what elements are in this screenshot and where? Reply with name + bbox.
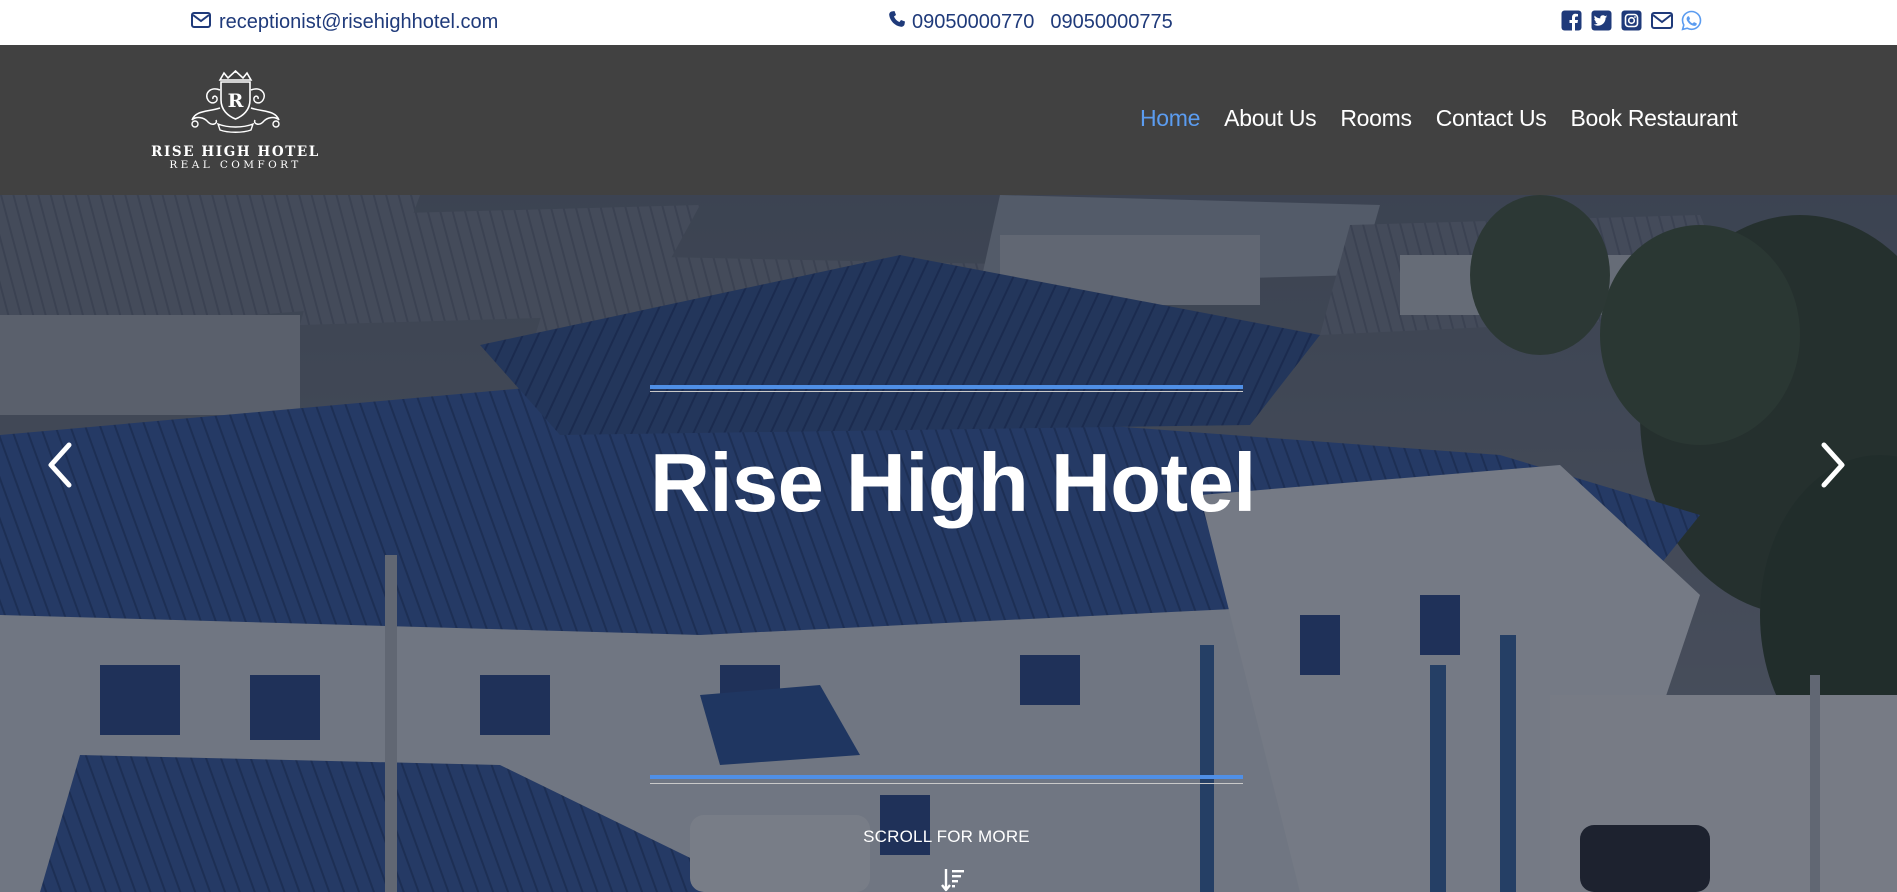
mail-icon[interactable]: [1650, 9, 1673, 32]
title-rule-bottom: [650, 775, 1243, 779]
scroll-for-more-text: SCROLL FOR MORE: [863, 827, 1030, 846]
logo-brand-name: RISE HIGH HOTEL: [151, 144, 320, 160]
phone-icon: [888, 10, 906, 34]
phone-2[interactable]: 09050000775: [1050, 11, 1172, 34]
slider-next-button[interactable]: [1813, 435, 1853, 495]
nav-about-us[interactable]: About Us: [1212, 105, 1328, 132]
logo-monogram: R: [228, 90, 244, 112]
chevron-left-icon: [48, 442, 72, 488]
slider-prev-button[interactable]: [40, 435, 80, 495]
hero-title: Rise High Hotel: [650, 436, 1256, 529]
twitter-icon[interactable]: [1590, 9, 1613, 32]
email-text: receptionist@risehighhotel.com: [219, 10, 499, 33]
sort-down-icon[interactable]: [940, 867, 966, 892]
nav-rooms[interactable]: Rooms: [1328, 105, 1423, 132]
email-link[interactable]: receptionist@risehighhotel.com: [191, 10, 498, 34]
primary-nav: Home About Us Rooms Contact Us Book Rest…: [1140, 105, 1749, 132]
title-rule-bottom-thin: [650, 783, 1243, 784]
hero-slider: Rise High Hotel SCROLL FOR MORE: [0, 195, 1897, 892]
crest-emblem: R: [191, 69, 280, 133]
hero-dark-overlay: [0, 195, 1897, 892]
instagram-icon[interactable]: [1620, 9, 1643, 32]
logo-tagline: REAL COMFORT: [169, 159, 302, 171]
facebook-icon[interactable]: [1560, 9, 1583, 32]
social-links: [1560, 9, 1703, 32]
nav-contact-us[interactable]: Contact Us: [1424, 105, 1559, 132]
envelope-icon: [191, 11, 211, 34]
hotel-logo[interactable]: R RISE HIGH HOTEL REAL COMFORT: [148, 69, 323, 171]
phone-numbers: 09050000770 09050000775: [888, 10, 1173, 34]
main-navbar: R RISE HIGH HOTEL REAL COMFORT Home Abou…: [0, 45, 1897, 195]
top-contact-bar: receptionist@risehighhotel.com 090500007…: [0, 0, 1897, 45]
phone-1[interactable]: 09050000770: [912, 11, 1034, 34]
whatsapp-icon[interactable]: [1680, 9, 1703, 32]
chevron-right-icon: [1821, 442, 1845, 488]
nav-book-restaurant[interactable]: Book Restaurant: [1559, 105, 1750, 132]
nav-home[interactable]: Home: [1140, 105, 1212, 132]
title-rule-top: [650, 385, 1243, 389]
title-rule-top-thin: [650, 391, 1243, 392]
